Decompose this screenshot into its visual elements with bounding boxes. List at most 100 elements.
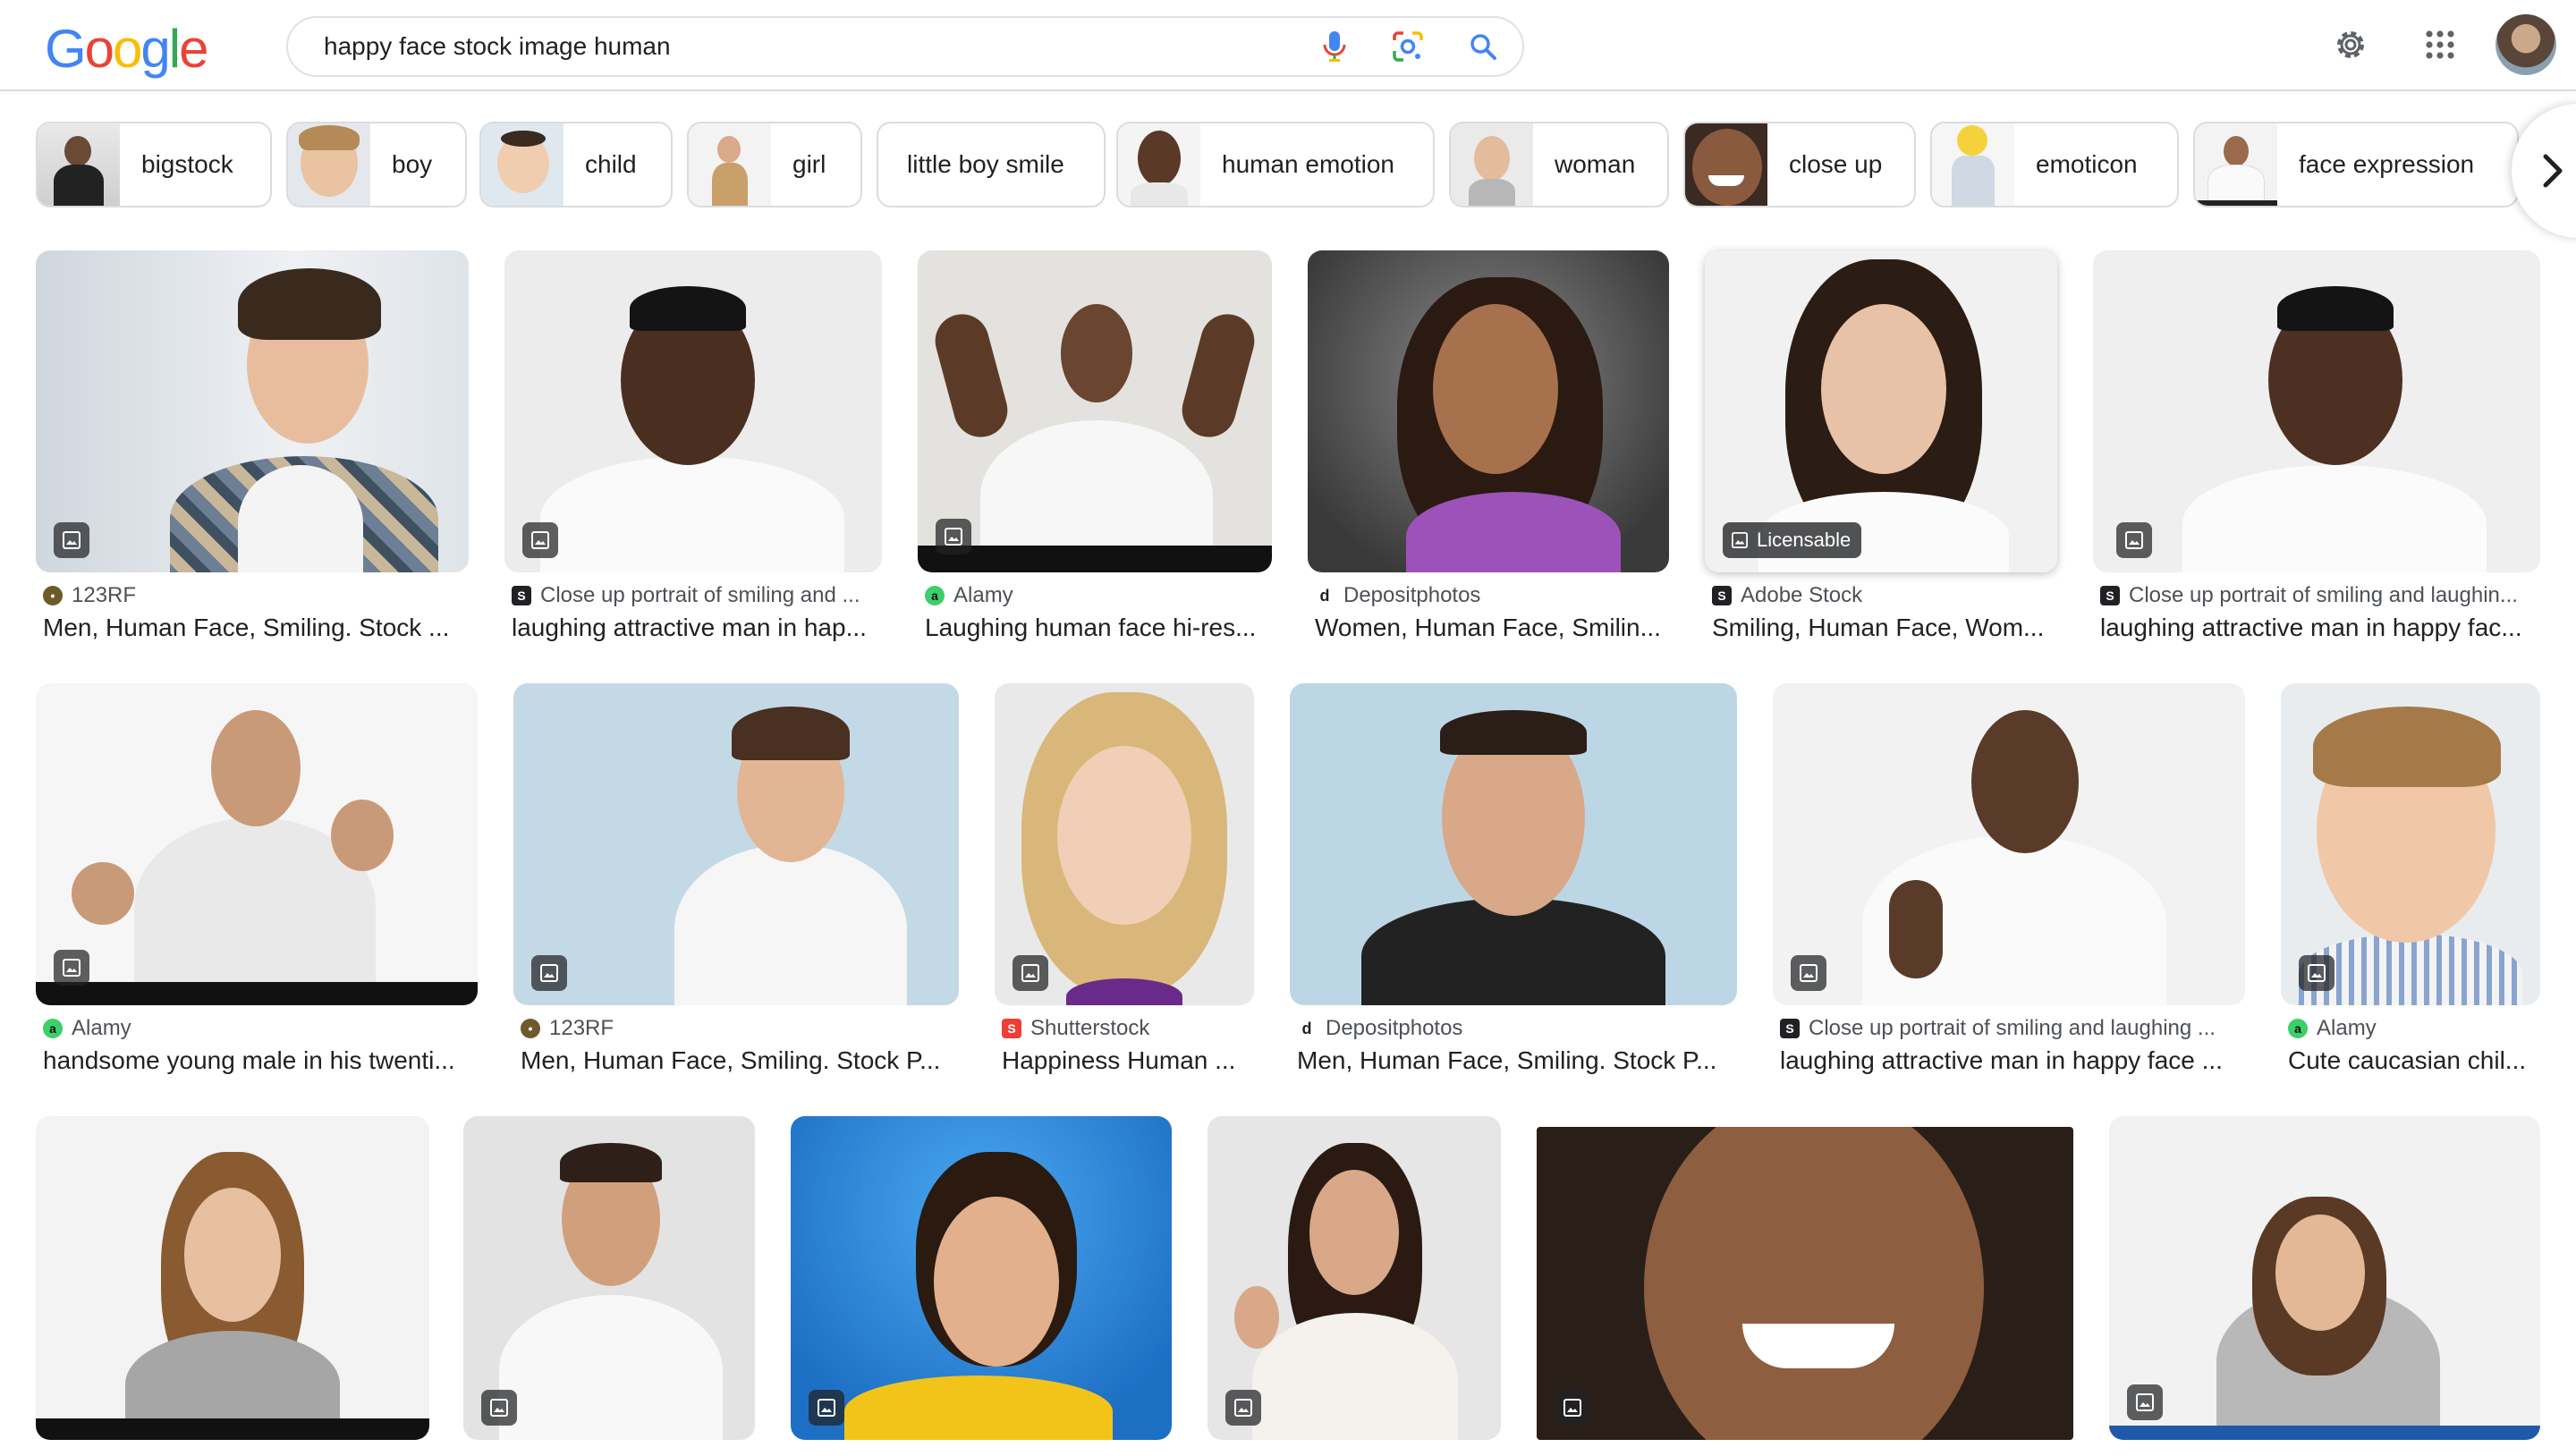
result-thumbnail[interactable] (791, 1116, 1172, 1440)
account-avatar[interactable] (2496, 14, 2556, 75)
chip-emoticon[interactable]: emoticon (1930, 122, 2179, 207)
chip-close-up[interactable]: close up (1683, 122, 1916, 207)
image-result[interactable]: Licensable S Adobe Stock Smiling, Human … (1705, 250, 2057, 662)
result-thumbnail[interactable] (2093, 250, 2540, 572)
image-result[interactable]: • 123RF Men, Human Face, Smiling. Stock … (36, 250, 469, 662)
chip-thumbnail (38, 123, 120, 206)
result-title[interactable]: laughing attractive man in happy fac... (2100, 614, 2540, 642)
result-title[interactable]: Happiness Human ... (1002, 1046, 1254, 1075)
chip-label: boy (392, 150, 433, 178)
result-thumbnail[interactable] (513, 683, 959, 1005)
image-result[interactable]: S Close up portrait of smiling and laugh… (2093, 250, 2540, 662)
chevron-right-icon (2543, 154, 2563, 188)
result-thumbnail[interactable] (918, 250, 1272, 572)
result-thumbnail[interactable] (995, 683, 1254, 1005)
result-thumbnail[interactable] (2109, 1116, 2540, 1440)
settings-gear-icon[interactable] (2327, 21, 2374, 68)
result-thumbnail[interactable] (36, 250, 469, 572)
result-source: S Close up portrait of smiling and ... (512, 583, 882, 608)
result-source: S Adobe Stock (1712, 583, 2057, 608)
result-source: • 123RF (521, 1016, 959, 1041)
result-thumbnail[interactable] (36, 683, 478, 1005)
image-result[interactable]: S Close up portrait of smiling and ... l… (504, 250, 882, 662)
image-result[interactable]: S Shutterstock Happiness Human ... (995, 683, 1254, 1095)
image-result[interactable] (36, 1116, 429, 1456)
microphone-icon[interactable] (1317, 29, 1352, 64)
image-result[interactable] (463, 1116, 755, 1456)
image-result[interactable]: a Alamy Laughing human face hi-res... (918, 250, 1272, 662)
result-title[interactable]: Women, Human Face, Smilin... (1315, 614, 1669, 642)
image-result[interactable]: d Depositphotos Men, Human Face, Smiling… (1290, 683, 1737, 1095)
licensable-badge: Licensable (1723, 522, 1862, 558)
chip-bigstock[interactable]: bigstock (36, 122, 272, 207)
result-title[interactable]: Smiling, Human Face, Wom... (1712, 614, 2057, 642)
source-favicon-icon: d (1315, 586, 1335, 605)
result-source: S Shutterstock (1002, 1016, 1254, 1041)
chip-girl[interactable]: girl (687, 122, 862, 207)
result-source: d Depositphotos (1297, 1016, 1737, 1041)
result-title[interactable]: Men, Human Face, Smiling. Stock ... (43, 614, 469, 642)
result-thumbnail[interactable] (504, 250, 882, 572)
image-result[interactable] (1537, 1116, 2073, 1456)
source-favicon-icon: S (2100, 586, 2120, 605)
result-thumbnail[interactable] (1308, 250, 1669, 572)
image-result[interactable]: a Alamy Cute caucasian chil... (2281, 683, 2540, 1095)
image-icon (522, 522, 558, 558)
image-result[interactable]: S Close up portrait of smiling and laugh… (1773, 683, 2245, 1095)
result-title[interactable]: handsome young male in his twenti... (43, 1046, 478, 1075)
image-result[interactable] (2109, 1116, 2540, 1456)
source-favicon-icon: S (1780, 1019, 1800, 1038)
chip-woman[interactable]: woman (1449, 122, 1669, 207)
image-icon (54, 522, 89, 558)
source-name: Alamy (953, 583, 1013, 607)
chip-label: child (585, 150, 637, 178)
image-result[interactable]: d Depositphotos Women, Human Face, Smili… (1308, 250, 1669, 662)
chip-boy[interactable]: boy (286, 122, 467, 207)
search-box (286, 16, 1524, 77)
result-thumbnail[interactable] (1773, 683, 2245, 1005)
result-thumbnail[interactable] (1208, 1116, 1501, 1440)
chip-face-expression[interactable]: face expression (2193, 122, 2519, 207)
source-name: Depositphotos (1326, 1016, 1463, 1040)
result-thumbnail[interactable] (2281, 683, 2540, 1005)
result-title[interactable]: laughing attractive man in happy face ..… (1780, 1046, 2245, 1075)
result-thumbnail[interactable] (1537, 1127, 2073, 1440)
chip-thumbnail (689, 123, 771, 206)
result-thumbnail[interactable]: Licensable (1705, 250, 2057, 572)
source-favicon-icon: a (925, 586, 945, 605)
result-title[interactable]: Men, Human Face, Smiling. Stock P... (1297, 1046, 1737, 1075)
result-source: S Close up portrait of smiling and laugh… (1780, 1016, 2245, 1041)
result-source: a Alamy (925, 583, 1272, 608)
result-source: a Alamy (43, 1016, 478, 1041)
chip-human-emotion[interactable]: human emotion (1116, 122, 1435, 207)
chip-little-boy-smile[interactable]: little boy smile (877, 122, 1106, 207)
image-result[interactable] (791, 1116, 1172, 1456)
result-title[interactable]: Laughing human face hi-res... (925, 614, 1272, 642)
image-icon (2116, 522, 2152, 558)
chip-label: human emotion (1222, 150, 1395, 178)
source-name: Depositphotos (1343, 583, 1481, 607)
result-title[interactable]: Men, Human Face, Smiling. Stock P... (521, 1046, 959, 1075)
google-logo[interactable]: Google (45, 18, 209, 80)
result-thumbnail[interactable] (1290, 683, 1737, 1005)
source-name: Alamy (2317, 1016, 2377, 1040)
chip-thumbnail (2195, 123, 2277, 206)
image-result[interactable] (1208, 1116, 1501, 1456)
result-thumbnail[interactable] (463, 1116, 755, 1440)
image-result[interactable]: a Alamy handsome young male in his twent… (36, 683, 478, 1095)
google-apps-grid-icon[interactable] (2417, 21, 2463, 68)
source-name: Alamy (72, 1016, 131, 1040)
top-bar: Google (0, 0, 2576, 91)
result-thumbnail[interactable] (36, 1116, 429, 1440)
result-title[interactable]: Cute caucasian chil... (2288, 1046, 2540, 1075)
search-input[interactable] (324, 18, 1218, 75)
related-searches-chips: bigstock boy child girl little boy smile… (36, 122, 2576, 207)
result-source: d Depositphotos (1315, 583, 1669, 608)
image-icon (936, 519, 971, 554)
chip-child[interactable]: child (479, 122, 673, 207)
result-title[interactable]: laughing attractive man in hap... (512, 614, 882, 642)
google-lens-icon[interactable] (1390, 29, 1426, 64)
image-result[interactable]: • 123RF Men, Human Face, Smiling. Stock … (513, 683, 959, 1095)
logo-letter: G (45, 19, 87, 79)
search-icon[interactable] (1465, 29, 1501, 64)
